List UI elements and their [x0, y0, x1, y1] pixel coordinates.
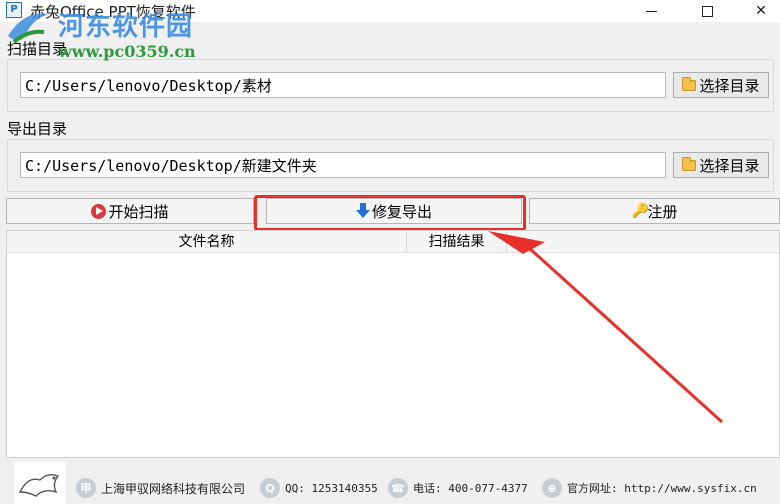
register-label: 注册 [647, 202, 678, 221]
maximize-icon [701, 5, 713, 17]
export-dir-label: 导出目录 [7, 120, 68, 138]
highlight-annotation [254, 195, 526, 231]
globe-icon: ⊕ [542, 478, 562, 498]
footer: 甲 上海甲驭网络科技有限公司 Q QQ: 1253140355 ☎ 电话: 40… [0, 460, 780, 504]
company-logo-icon [14, 462, 66, 504]
maximize-button[interactable] [684, 0, 730, 22]
footer-website: ⊕ 官方网址: http://www.sysfix.cn [542, 478, 757, 498]
key-icon: 🔑 [631, 203, 649, 219]
watermark-title: 河东软件园 [58, 12, 194, 42]
company-name: 上海甲驭网络科技有限公司 [101, 481, 246, 496]
building-icon: 甲 [76, 478, 96, 498]
scan-dir-input[interactable] [20, 72, 666, 98]
minimize-button[interactable] [628, 0, 674, 22]
scan-dir-browse-label: 选择目录 [699, 76, 760, 95]
phone-icon: ☎ [388, 478, 408, 498]
start-scan-label: 开始扫描 [108, 202, 169, 221]
footer-phone: ☎ 电话: 400-077-4377 [388, 478, 528, 498]
close-icon: ✕ [755, 3, 767, 19]
folder-icon [682, 156, 697, 171]
watermark-logo-icon [8, 13, 48, 44]
footer-company: 甲 上海甲驭网络科技有限公司 [76, 478, 245, 498]
footer-qq: Q QQ: 1253140355 [260, 478, 378, 498]
export-dir-browse-label: 选择目录 [699, 156, 760, 175]
export-dir-input[interactable] [20, 152, 666, 178]
column-header-filename[interactable]: 文件名称 [7, 231, 407, 253]
minimize-icon [645, 10, 657, 12]
scan-dir-browse-button[interactable]: 选择目录 [673, 72, 769, 98]
qq-number: QQ: 1253140355 [285, 481, 378, 495]
phone-number: 电话: 400-077-4377 [413, 482, 528, 495]
column-header-scan-result[interactable]: 扫描结果 [407, 231, 507, 253]
export-dir-browse-button[interactable]: 选择目录 [673, 152, 769, 178]
register-button[interactable]: 🔑 注册 [529, 198, 780, 224]
watermark-url: www.pc0359.cn [58, 42, 196, 61]
website-url[interactable]: 官方网址: http://www.sysfix.cn [567, 480, 757, 496]
close-button[interactable]: ✕ [738, 0, 780, 22]
qq-icon: Q [260, 478, 280, 498]
table-header: 文件名称 扫描结果 [7, 231, 779, 253]
results-table[interactable]: 文件名称 扫描结果 [6, 230, 780, 458]
folder-icon [682, 76, 697, 91]
play-icon [91, 203, 107, 219]
start-scan-button[interactable]: 开始扫描 [6, 198, 254, 224]
